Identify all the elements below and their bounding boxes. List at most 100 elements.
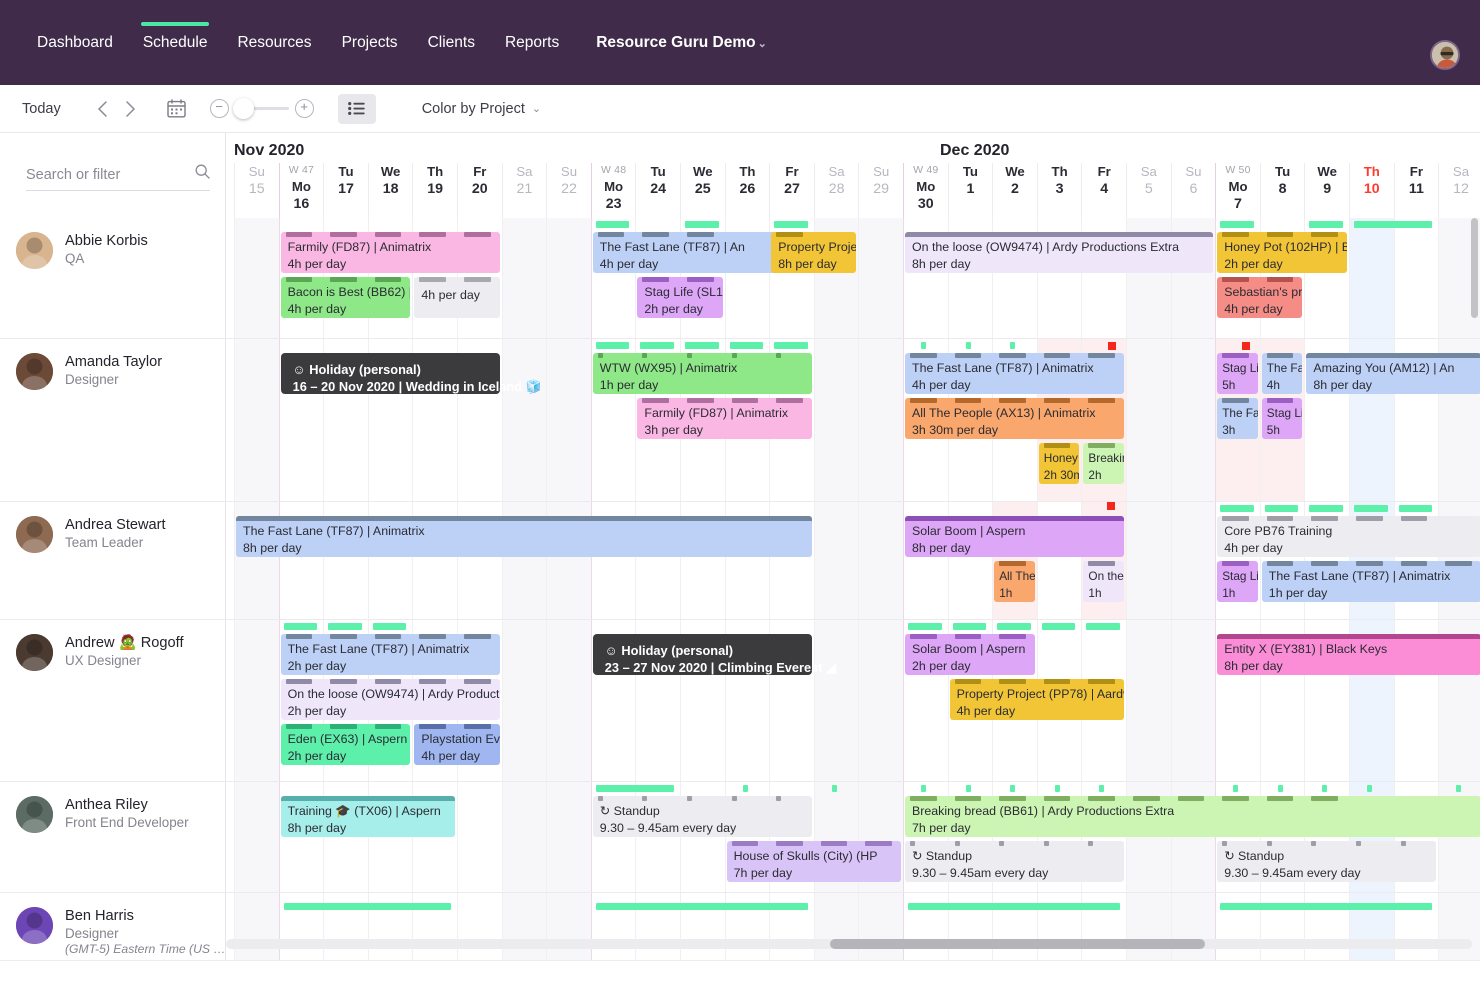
booking-block[interactable]: ↻ Standup9.30 – 9.45am every day [1217, 841, 1436, 882]
booking-block[interactable]: Stag Lif1h [1217, 561, 1258, 602]
booking-block[interactable]: Farmily (FD87) | Animatrix4h per day [281, 232, 500, 273]
day-header-Tu-24[interactable]: Tu24 [635, 163, 680, 218]
day-header-Tu-8[interactable]: Tu8 [1260, 163, 1305, 218]
day-cell[interactable] [1171, 339, 1216, 501]
nav-item-reports[interactable]: Reports [490, 0, 574, 85]
booking-block[interactable]: Honey Pot (102HP) | Bee2h per day [1217, 232, 1347, 273]
booking-block[interactable]: The Fas4h [1262, 353, 1303, 394]
avatar[interactable] [16, 232, 53, 269]
booking-block[interactable]: Farmily (FD87) | Animatrix3h per day [637, 398, 811, 439]
day-header-Sa-5[interactable]: Sa5 [1126, 163, 1171, 218]
booking-block[interactable]: The Fast Lane (TF87) | Animatrix8h per d… [236, 516, 812, 557]
day-cell[interactable] [234, 620, 279, 781]
booking-block[interactable]: Solar Boom | Aspern8h per day [905, 516, 1124, 557]
day-cell[interactable] [546, 620, 591, 781]
day-cell[interactable] [234, 782, 279, 892]
color-by-dropdown[interactable]: Color by Project ⌄ [422, 101, 541, 117]
booking-block[interactable]: Property Project (PP78) | Aardvar4h per … [950, 679, 1124, 720]
booking-block[interactable]: The Fas3h [1217, 398, 1258, 439]
day-header-Th-3[interactable]: Th3 [1037, 163, 1082, 218]
booking-block[interactable]: Stag Lif5h [1262, 398, 1303, 439]
day-cell[interactable] [1171, 620, 1216, 781]
booking-block[interactable]: 4h per day [414, 277, 499, 318]
day-header-Su-15[interactable]: Su15 [234, 163, 279, 218]
day-header-Th-26[interactable]: Th26 [725, 163, 770, 218]
booking-block[interactable]: On the l1h [1083, 561, 1124, 602]
day-header-Mo-7[interactable]: W 50Mo7 [1215, 163, 1260, 218]
day-cell[interactable] [502, 218, 547, 338]
booking-block[interactable]: Property Projec8h per day [771, 232, 856, 273]
day-cell[interactable] [1349, 218, 1394, 338]
booking-block[interactable]: All The People (AX13) | Animatrix3h 30m … [905, 398, 1124, 439]
booking-block[interactable]: Breaking bread (BB61) | Ardy Productions… [905, 796, 1480, 837]
leave-block[interactable]: ☺ Holiday (personal)23 – 27 Nov 2020 | C… [593, 634, 812, 675]
resource-row[interactable]: Andrea StewartTeam Leader [0, 501, 226, 619]
booking-block[interactable]: ↻ Standup9.30 – 9.45am every day [593, 796, 812, 837]
day-header-Su-29[interactable]: Su29 [858, 163, 903, 218]
today-button[interactable]: Today [22, 101, 61, 117]
booking-block[interactable]: Solar Boom | Aspern2h per day [905, 634, 1035, 675]
booking-block[interactable]: Bacon is Best (BB62) | Ar4h per day [281, 277, 411, 318]
leave-block[interactable]: ☺ Holiday (personal)16 – 20 Nov 2020 | W… [281, 353, 500, 394]
booking-block[interactable]: House of Skulls (City) (HP7h per day [727, 841, 901, 882]
booking-block[interactable]: The Fast Lane (TF87) | Animatrix4h per d… [905, 353, 1124, 394]
chevron-left-icon[interactable] [89, 95, 117, 123]
zoom-out-button[interactable]: − [210, 99, 229, 118]
day-header-Tu-17[interactable]: Tu17 [323, 163, 368, 218]
booking-block[interactable]: Sebastian's proj4h per day [1217, 277, 1302, 318]
search-icon[interactable] [195, 164, 210, 184]
day-header-Th-19[interactable]: Th19 [412, 163, 457, 218]
day-header-Mo-30[interactable]: W 49Mo30 [903, 163, 948, 218]
avatar[interactable] [16, 353, 53, 390]
avatar[interactable] [16, 634, 53, 671]
day-header-Su-22[interactable]: Su22 [546, 163, 591, 218]
horizontal-scrollbar-thumb[interactable] [830, 939, 1205, 949]
day-cell[interactable] [502, 782, 547, 892]
nav-item-clients[interactable]: Clients [413, 0, 490, 85]
nav-item-schedule[interactable]: Schedule [128, 0, 223, 85]
day-cell[interactable] [1126, 502, 1171, 619]
day-cell[interactable] [1171, 502, 1216, 619]
day-header-Sa-28[interactable]: Sa28 [814, 163, 859, 218]
booking-block[interactable]: On the loose (OW9474) | Ardy Productions… [905, 232, 1213, 273]
day-header-Fr-4[interactable]: Fr4 [1081, 163, 1126, 218]
vertical-scrollbar-thumb[interactable] [1471, 218, 1478, 318]
day-header-We-18[interactable]: We18 [368, 163, 413, 218]
avatar[interactable] [16, 796, 53, 833]
day-header-Sa-12[interactable]: Sa12 [1438, 163, 1480, 218]
booking-block[interactable]: The Fast Lane (TF87) | Animatrix1h per d… [1262, 561, 1480, 602]
booking-block[interactable]: Playstation Ever4h per day [414, 724, 499, 765]
day-cell[interactable] [546, 339, 591, 501]
day-header-Mo-16[interactable]: W 47Mo16 [279, 163, 324, 218]
day-header-We-9[interactable]: We9 [1304, 163, 1349, 218]
list-view-toggle[interactable] [338, 94, 376, 124]
calendar-icon[interactable] [167, 99, 186, 118]
day-header-Su-6[interactable]: Su6 [1171, 163, 1216, 218]
day-cell[interactable] [502, 339, 547, 501]
day-cell[interactable] [1126, 339, 1171, 501]
search-input[interactable] [26, 167, 176, 183]
day-header-We-2[interactable]: We2 [992, 163, 1037, 218]
workspace-switcher[interactable]: Resource Guru Demo⌄ [574, 0, 775, 85]
booking-block[interactable]: Stag Life (SL13)2h per day [637, 277, 722, 318]
booking-block[interactable]: ↻ Standup9.30 – 9.45am every day [905, 841, 1124, 882]
user-avatar[interactable] [1430, 40, 1460, 70]
day-cell[interactable] [546, 782, 591, 892]
avatar[interactable] [16, 907, 53, 944]
resource-row[interactable]: Andrew 🧟 RogoffUX Designer [0, 619, 226, 781]
horizontal-scrollbar-track[interactable] [226, 939, 1472, 949]
booking-block[interactable]: WTW (WX95) | Animatrix1h per day [593, 353, 812, 394]
booking-block[interactable]: Eden (EX63) | Aspern2h per day [281, 724, 411, 765]
day-cell[interactable] [858, 218, 903, 338]
zoom-slider[interactable] [235, 107, 289, 110]
nav-item-dashboard[interactable]: Dashboard [22, 0, 128, 85]
day-header-We-25[interactable]: We25 [680, 163, 725, 218]
booking-block[interactable]: Training 🎓 (TX06) | Aspern8h per day [281, 796, 455, 837]
day-cell[interactable] [546, 218, 591, 338]
day-cell[interactable] [858, 620, 903, 781]
day-header-Tu-1[interactable]: Tu1 [948, 163, 993, 218]
day-cell[interactable] [457, 782, 502, 892]
day-cell[interactable] [814, 502, 859, 619]
nav-item-projects[interactable]: Projects [327, 0, 413, 85]
day-header-Th-10[interactable]: Th10 [1349, 163, 1394, 218]
